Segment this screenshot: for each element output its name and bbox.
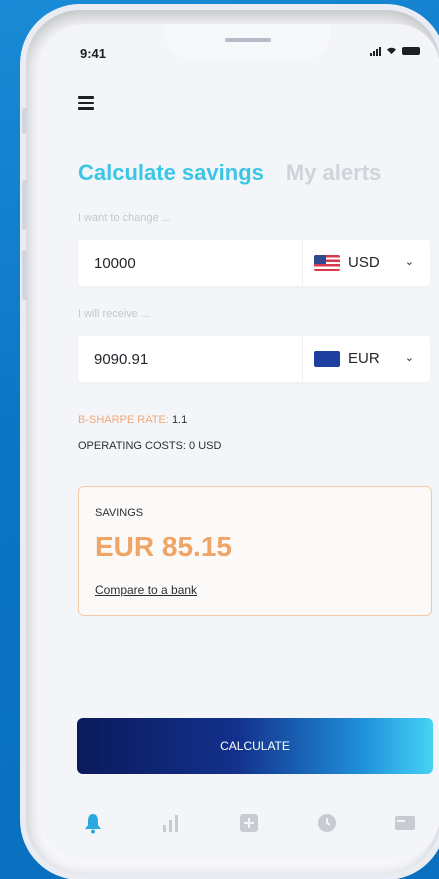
tab-my-alerts[interactable]: My alerts [286,160,381,186]
plus-square-icon[interactable] [236,810,262,836]
field-divider [302,240,303,286]
notch [165,24,330,60]
rate-label: B-SHARPE RATE: [78,414,169,426]
chart-icon[interactable] [158,810,184,836]
speaker-grille [225,38,271,42]
card-icon[interactable] [392,810,418,836]
savings-card: SAVINGS EUR 85.15 Compare to a bank [78,486,432,616]
eu-flag-icon [314,350,340,367]
status-time: 9:41 [80,46,107,61]
bell-icon[interactable] [80,810,106,836]
operating-costs: OPERATING COSTS: 0 USD [78,440,222,452]
compare-to-bank-link[interactable]: Compare to a bank [95,583,197,597]
tab-bar: Calculate savings My alerts [78,160,381,186]
chevron-down-icon[interactable]: ⌄ [405,255,414,268]
savings-value: EUR 85.15 [95,531,232,562]
status-icons [370,46,420,56]
send-amount-input[interactable]: 10000 [94,255,136,272]
send-currency-select[interactable]: USD [314,254,380,271]
chevron-down-icon[interactable]: ⌄ [405,351,414,364]
clock-icon[interactable] [314,810,340,836]
rate-line: B-SHARPE RATE: 1.1 [78,414,187,426]
volume-up-button [22,180,27,230]
battery-icon [402,47,420,55]
rate-value: 1.1 [171,414,188,426]
phone-frame: 9:41 Calculate savings My alerts I want … [22,10,439,874]
receive-currency-select[interactable]: EUR [314,350,380,367]
us-flag-icon [314,254,340,271]
mute-switch [22,108,27,134]
signal-icon [370,46,381,56]
receive-label: I will receive ... [78,308,151,320]
tab-calculate-savings[interactable]: Calculate savings [78,160,264,186]
hamburger-menu-icon[interactable] [78,96,94,113]
send-currency-code: USD [348,254,380,271]
calculate-button[interactable]: CALCULATE [77,718,433,774]
receive-amount-field[interactable]: 9090.91 EUR ⌄ [78,336,430,382]
volume-down-button [22,250,27,300]
savings-label: SAVINGS [95,507,144,519]
receive-currency-code: EUR [348,350,380,367]
bottom-nav [70,810,439,836]
screen: 9:41 Calculate savings My alerts I want … [40,24,439,860]
send-label: I want to change ... [78,212,171,224]
field-divider [302,336,303,382]
calculate-button-label: CALCULATE [220,739,290,753]
wifi-icon [387,47,396,55]
send-amount-field[interactable]: 10000 USD ⌄ [78,240,430,286]
receive-amount-input[interactable]: 9090.91 [94,351,148,368]
